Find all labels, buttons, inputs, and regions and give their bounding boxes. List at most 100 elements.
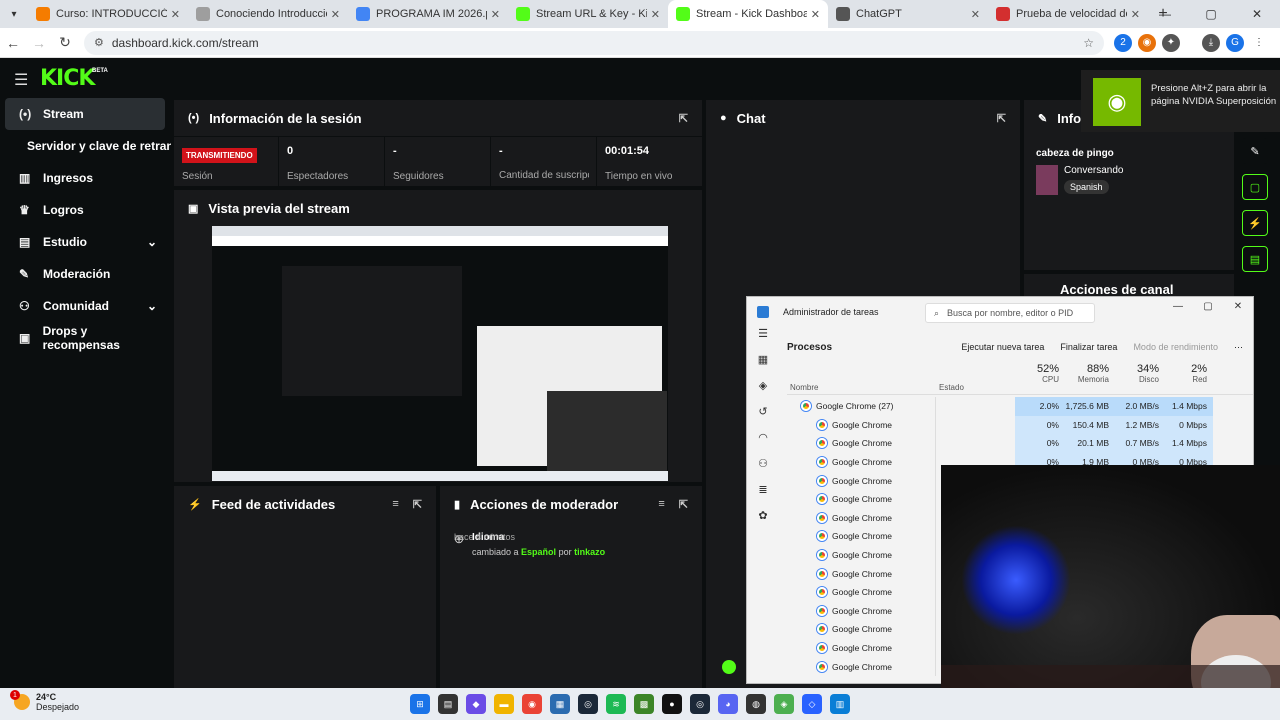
reload-button[interactable]: ↻ <box>52 30 78 56</box>
app-icon-2[interactable]: ◈ <box>774 694 794 714</box>
col-name[interactable]: Nombre <box>790 383 818 392</box>
close-tab-icon[interactable]: ✕ <box>171 8 180 21</box>
chevron-down-icon[interactable]: ⌄ <box>147 235 157 249</box>
hamburger-icon[interactable]: ☰ <box>747 327 779 353</box>
sidebar-item[interactable]: ▥ Ingresos <box>5 162 165 194</box>
steam-icon-2[interactable]: ◎ <box>690 694 710 714</box>
popout-icon[interactable]: ⇱ <box>679 498 688 511</box>
popout-icon[interactable]: ⇱ <box>997 112 1006 125</box>
close-tab-icon[interactable]: ✕ <box>651 8 660 21</box>
minimize-button[interactable]: — <box>1142 0 1188 28</box>
site-info-icon[interactable]: ⚙ <box>94 36 104 49</box>
app-icon[interactable]: ▦ <box>550 694 570 714</box>
bolt-action-icon[interactable]: ⚡ <box>1242 210 1268 236</box>
close-window-button[interactable]: ✕ <box>1234 0 1280 28</box>
process-search-input[interactable]: ⌕ Busca por nombre, editor o PID <box>925 303 1095 323</box>
close-tab-icon[interactable]: ✕ <box>971 8 980 21</box>
kick-logo[interactable]: KICK <box>40 66 95 91</box>
edit-icon[interactable]: ✎ <box>1242 138 1268 164</box>
extension-icon[interactable]: ◉ <box>1138 33 1156 52</box>
app-icon-3[interactable]: ◇ <box>802 694 822 714</box>
browser-tab[interactable]: Curso: INTRODUCCIÓN A LA MAT ✕ <box>28 0 188 28</box>
startup-icon[interactable]: ◠ <box>747 431 779 457</box>
close-tab-icon[interactable]: ✕ <box>1131 8 1140 21</box>
browser-tab[interactable]: ChatGPT ✕ <box>828 0 988 28</box>
process-row[interactable]: Google Chrome 0% 150.4 MB 1.2 MB/s 0 Mbps <box>787 415 1253 435</box>
sidebar-item[interactable]: ✎ Moderación <box>5 258 165 290</box>
maximize-button[interactable]: ▢ <box>1188 0 1234 28</box>
maximize-button[interactable]: ▢ <box>1193 297 1223 315</box>
menu-kebab-icon[interactable]: ⋮ <box>1250 33 1268 52</box>
bookmark-star-icon[interactable]: ☆ <box>1083 36 1094 50</box>
sidebar-item[interactable]: ⚇ Comunidad ⌄ <box>5 290 165 322</box>
browser-tab[interactable]: Stream URL & Key - Kick Dash ✕ <box>508 0 668 28</box>
browser-tab[interactable]: Prueba de velocidad de Intern ✕ <box>988 0 1148 28</box>
processes-icon[interactable]: ▦ <box>747 353 779 379</box>
task-manager-taskbar-icon[interactable]: ▥ <box>830 694 850 714</box>
tab-search-button[interactable]: ▾ <box>0 0 28 28</box>
col-disk[interactable]: 34% Disco <box>1113 363 1159 384</box>
hamburger-menu-icon[interactable]: ☰ <box>14 70 28 90</box>
action-user[interactable]: tinkazo <box>574 547 605 557</box>
browser-tab[interactable]: PROGRAMA IM 2026.pdf - Goog ✕ <box>348 0 508 28</box>
popout-icon[interactable]: ⇱ <box>413 498 422 511</box>
copilot-icon[interactable]: ◆ <box>466 694 486 714</box>
process-name: Google Chrome <box>832 494 893 505</box>
forward-button[interactable]: → <box>26 30 52 56</box>
sidebar-item[interactable]: ▤ Estudio ⌄ <box>5 226 165 258</box>
more-options-icon[interactable]: ⋯ <box>1234 342 1243 353</box>
process-group-row[interactable]: Google Chrome (27) 2.0% 1,725.6 MB 2.0 MB/s… <box>787 397 1253 416</box>
download-icon[interactable]: ⤓ <box>1202 33 1220 52</box>
github-icon[interactable]: ● <box>662 694 682 714</box>
sidebar-item[interactable]: ♛ Logros <box>5 194 165 226</box>
close-tab-icon[interactable]: ✕ <box>811 8 820 21</box>
close-tab-icon[interactable]: ✕ <box>491 8 500 21</box>
end-task-button[interactable]: Finalizar tarea <box>1060 342 1117 352</box>
users-icon[interactable]: ⚇ <box>747 457 779 483</box>
discord-icon[interactable]: ◕ <box>718 694 738 714</box>
browser-tab[interactable]: Conociendo Introducción a la M ✕ <box>188 0 348 28</box>
note-icon[interactable]: ▤ <box>1242 246 1268 272</box>
emote-icon[interactable] <box>722 660 736 674</box>
services-icon[interactable]: ✿ <box>747 509 779 535</box>
window-controls: — ▢ ✕ <box>1142 0 1280 28</box>
efficiency-mode-button[interactable]: Modo de rendimiento <box>1133 342 1218 352</box>
sidebar-item[interactable]: Servidor y clave de retransmisión <box>5 130 171 162</box>
performance-icon[interactable]: ◈ <box>747 379 779 405</box>
file-explorer-icon[interactable]: ▬ <box>494 694 514 714</box>
run-new-task-button[interactable]: Ejecutar nueva tarea <box>961 342 1044 352</box>
minimize-button[interactable]: — <box>1163 297 1193 315</box>
sidebar-item[interactable]: (•) Stream <box>5 98 165 130</box>
process-row[interactable]: Google Chrome 0% 20.1 MB 0.7 MB/s 1.4 Mbps <box>787 434 1253 453</box>
back-button[interactable]: ← <box>0 30 26 56</box>
stream-preview-video[interactable] <box>212 226 668 481</box>
col-status[interactable]: Estado <box>939 383 964 392</box>
popout-icon[interactable]: ⇱ <box>679 112 688 125</box>
col-cpu[interactable]: 52% CPU <box>1015 363 1059 384</box>
address-bar[interactable]: ⚙ dashboard.kick.com/stream ☆ <box>84 30 1104 55</box>
spotify-icon[interactable]: ≋ <box>606 694 626 714</box>
weather-widget[interactable]: 1 24°C Despejado <box>10 690 79 712</box>
filter-icon[interactable]: ≡ <box>658 498 664 510</box>
chrome-icon[interactable]: ◉ <box>522 694 542 714</box>
history-icon[interactable]: ↺ <box>747 405 779 431</box>
profile-avatar[interactable]: G <box>1226 33 1244 52</box>
minecraft-icon[interactable]: ▩ <box>634 694 654 714</box>
steam-icon[interactable]: ◎ <box>578 694 598 714</box>
clip-icon[interactable]: ▢ <box>1242 174 1268 200</box>
chevron-down-icon[interactable]: ⌄ <box>147 299 157 313</box>
start-icon[interactable]: ⊞ <box>410 694 430 714</box>
puzzle-icon[interactable]: ✦ <box>1162 33 1180 52</box>
browser-tab[interactable]: Stream - Kick Dashboard ✕ <box>668 0 828 28</box>
col-memory[interactable]: 88% Memoria <box>1063 363 1109 384</box>
sidebar-item[interactable]: ▣ Drops y recompensas <box>5 322 165 354</box>
close-tab-icon[interactable]: ✕ <box>331 8 340 21</box>
nvidia-overlay-toast[interactable]: ◉ Presione Alt+Z para abrir la página NV… <box>1081 70 1280 132</box>
task-view-icon[interactable]: ▤ <box>438 694 458 714</box>
filter-icon[interactable]: ≡ <box>392 498 398 510</box>
extension-icon[interactable]: 2 <box>1114 33 1132 52</box>
col-network[interactable]: 2% Red <box>1163 363 1207 384</box>
obs-icon[interactable]: ◍ <box>746 694 766 714</box>
close-button[interactable]: ✕ <box>1223 297 1253 315</box>
details-icon[interactable]: ≣ <box>747 483 779 509</box>
